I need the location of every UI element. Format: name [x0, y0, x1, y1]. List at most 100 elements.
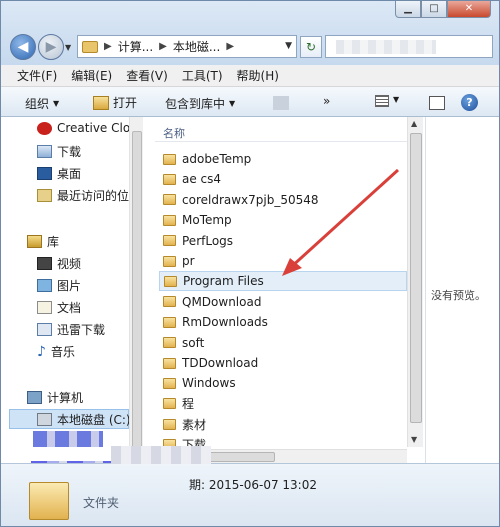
blurred-search-placeholder	[336, 40, 436, 54]
file-item-folder[interactable]: TDDownload	[163, 353, 258, 373]
menu-help[interactable]: 帮助(H)	[237, 67, 279, 84]
refresh-icon: ↻	[305, 40, 317, 54]
chevron-right-icon[interactable]: ▶	[226, 41, 234, 52]
folder-icon	[163, 255, 176, 267]
recent-places-icon	[37, 189, 52, 202]
file-item-label: 程	[182, 397, 195, 412]
menu-tools[interactable]: 工具(T)	[182, 67, 223, 84]
file-item-label: QMDownload	[182, 294, 262, 309]
change-view-button[interactable]: ▼	[375, 95, 399, 107]
file-item-folder[interactable]: pr	[163, 251, 195, 271]
file-item-folder[interactable]: ae cs4	[163, 169, 221, 189]
search-input[interactable]	[325, 35, 493, 58]
file-item-label: pr	[182, 254, 195, 268]
arrow-right-icon: ▶	[45, 39, 57, 55]
scroll-up-icon[interactable]: ▲	[411, 119, 417, 128]
file-item-folder[interactable]: 程	[163, 394, 194, 414]
folder-large-icon	[29, 482, 69, 520]
nav-item-label: 最近访问的位	[57, 189, 130, 203]
include-library-label: 包含到库中	[165, 97, 226, 111]
address-bar[interactable]: ▶ 计算... ▶ 本地磁... ▶ ▼	[77, 35, 297, 58]
no-preview-message: 没有预览。	[431, 289, 486, 302]
nav-item-music[interactable]: ♪ 音乐	[37, 343, 75, 360]
picture-library-icon	[37, 279, 52, 292]
close-button[interactable]: ✕	[447, 1, 491, 18]
file-item-folder[interactable]: 素材	[163, 414, 206, 434]
nav-item-desktop[interactable]: 桌面	[37, 165, 81, 182]
file-item-folder[interactable]: PerfLogs	[163, 231, 233, 251]
scroll-down-icon[interactable]: ▼	[411, 435, 417, 444]
back-button[interactable]: ◀	[10, 34, 36, 60]
file-item-folder[interactable]: soft	[163, 333, 204, 353]
window-controls: ▁ □ ✕	[395, 1, 491, 19]
music-note-icon: ♪	[37, 343, 46, 360]
xunlei-download-icon	[37, 323, 52, 336]
minimize-button[interactable]: ▁	[395, 1, 421, 18]
history-dropdown-icon[interactable]: ▼	[65, 43, 71, 52]
open-folder-icon	[93, 95, 109, 110]
preview-pane-button[interactable]	[429, 96, 445, 110]
help-icon: ?	[466, 96, 473, 109]
nav-item-label: 图片	[57, 279, 82, 293]
blurred-details-text	[111, 446, 211, 464]
nav-item-libraries[interactable]: 库	[27, 233, 59, 250]
nav-item-computer[interactable]: 计算机	[27, 389, 83, 406]
more-commands-button[interactable]: »	[323, 94, 330, 108]
chevron-right-icon[interactable]: ▶	[159, 41, 167, 52]
breadcrumb-local-disk[interactable]: 本地磁...	[173, 38, 220, 55]
nav-item-label: 下载	[57, 145, 82, 159]
file-item-folder[interactable]: coreldrawx7pjb_50548	[163, 190, 319, 210]
view-details-icon	[375, 95, 389, 107]
nav-item-downloads[interactable]: 下载	[37, 143, 81, 160]
refresh-button[interactable]: ↻	[300, 36, 322, 58]
file-list-vertical-scrollbar[interactable]: ▲ ▼	[407, 117, 423, 447]
menu-edit[interactable]: 编辑(E)	[71, 67, 112, 84]
nav-item-xunlei[interactable]: 迅雷下载	[37, 321, 105, 338]
breadcrumb-computer[interactable]: 计算...	[118, 38, 153, 55]
nav-item-recent[interactable]: 最近访问的位	[37, 187, 129, 204]
arrow-left-icon: ◀	[17, 39, 29, 55]
nav-item-local-disk[interactable]: 本地磁盘 (C:)	[37, 411, 131, 428]
nav-scrollbar[interactable]	[129, 117, 143, 463]
organize-label: 组织	[25, 97, 50, 111]
file-item-folder[interactable]: Program Files	[159, 271, 407, 292]
column-header-name[interactable]: 名称	[163, 125, 185, 141]
file-item-folder[interactable]: MoTemp	[163, 210, 232, 230]
file-item-label: Program Files	[183, 274, 264, 289]
file-item-folder[interactable]: adobeTemp	[163, 149, 251, 169]
menu-view[interactable]: 查看(V)	[126, 67, 168, 84]
include-in-library-button[interactable]: 包含到库中 ▼	[165, 95, 235, 112]
computer-icon	[27, 391, 42, 404]
nav-item-label: 音乐	[50, 345, 75, 359]
file-item-label: MoTemp	[182, 213, 232, 228]
title-address-bar: ▁ □ ✕ ◀ ▶ ▼ ▶ 计算... ▶ 本地磁... ▶ ▼ ↻	[1, 1, 499, 65]
nav-item-pictures[interactable]: 图片	[37, 277, 81, 294]
command-toolbar: 组织 ▼ 打开 包含到库中 ▼ » ▼ ?	[1, 87, 499, 117]
forward-button[interactable]: ▶	[38, 34, 64, 60]
maximize-button[interactable]: □	[421, 1, 447, 18]
file-item-folder[interactable]: Windows	[163, 373, 236, 393]
file-item-label: soft	[182, 335, 205, 350]
blurred-nav-item	[33, 431, 103, 447]
nav-item-creative-cloud[interactable]: Creative Clo	[37, 121, 130, 135]
file-item-folder[interactable]: QMDownload	[163, 292, 261, 312]
nav-item-label: 迅雷下载	[57, 323, 106, 337]
video-library-icon	[37, 257, 52, 270]
scrollbar-thumb[interactable]	[410, 133, 422, 423]
menu-file[interactable]: 文件(F)	[17, 67, 57, 84]
nav-item-videos[interactable]: 视频	[37, 255, 81, 272]
nav-item-documents[interactable]: 文档	[37, 299, 81, 316]
chevron-right-icon[interactable]: ▶	[104, 41, 112, 52]
folder-icon	[163, 173, 176, 185]
nav-item-label: 库	[47, 235, 60, 249]
help-button[interactable]: ?	[461, 94, 478, 111]
scrollbar-thumb[interactable]	[132, 131, 142, 451]
nav-item-label: 桌面	[57, 167, 82, 181]
file-item-label: 素材	[182, 417, 207, 432]
header-divider	[155, 141, 407, 142]
organize-button[interactable]: 组织 ▼	[25, 95, 59, 112]
open-button[interactable]: 打开	[93, 94, 137, 111]
address-dropdown-icon[interactable]: ▼	[285, 41, 292, 51]
file-item-label: coreldrawx7pjb_50548	[182, 192, 319, 207]
file-item-folder[interactable]: RmDownloads	[163, 312, 268, 332]
